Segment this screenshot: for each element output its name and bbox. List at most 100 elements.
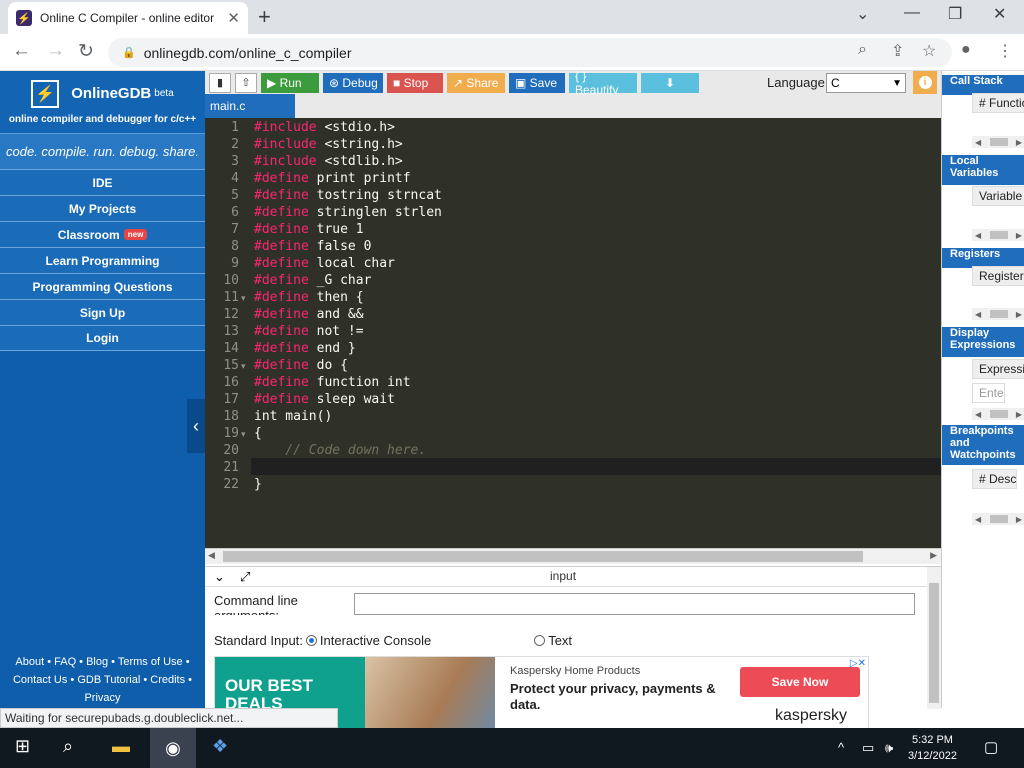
windows-start-icon[interactable]: ⊞	[15, 736, 30, 757]
registers-header[interactable]: Registers	[942, 248, 1024, 268]
url-text: onlinegdb.com/online_c_compiler	[143, 44, 352, 61]
sidebar-item-sign-up[interactable]: Sign Up	[0, 299, 205, 325]
file-tab-main-c[interactable]: main.c	[205, 94, 295, 118]
tab-search-icon[interactable]: ⌄	[856, 4, 869, 24]
line-number: 2	[231, 137, 239, 152]
line-number: 17	[223, 392, 239, 407]
chrome-icon[interactable]: ◉	[150, 728, 196, 768]
brand-block[interactable]: ⚡ OnlineGDB beta online compiler and deb…	[0, 71, 205, 133]
new-file-icon[interactable]: ▮	[209, 72, 231, 93]
network-icon[interactable]: ▭	[862, 740, 874, 756]
close-window-icon[interactable]: ✕	[993, 4, 1006, 24]
debug-button[interactable]: ⊛ Debug	[323, 72, 383, 93]
fold-arrow-icon[interactable]: ▾	[241, 293, 246, 304]
text-radio[interactable]	[534, 635, 546, 646]
code-text: // Code down here.	[254, 443, 427, 458]
display-expressions-header[interactable]: Display Expressions	[942, 327, 1024, 357]
call-stack-scrollbar[interactable]: ◀ ▶	[972, 136, 1024, 148]
share-button[interactable]: ↗ Share	[447, 72, 505, 93]
code-line: #define and &&	[254, 307, 364, 322]
code-editor[interactable]: 1 2 3 4 5 6 7 8 9 10 11 12 13 14 15 16 17 18 19 20 21 22 #inc…	[205, 118, 941, 548]
play-icon: ▶	[267, 75, 280, 90]
local-variables-scrollbar[interactable]: ◀ ▶	[972, 229, 1024, 241]
expression-input[interactable]: Ente	[972, 383, 1005, 403]
profile-icon[interactable]: ●	[961, 41, 971, 59]
breakpoints-columns: # Desc	[972, 469, 1018, 489]
preprocessor-keyword: #define	[254, 171, 309, 186]
clock[interactable]: 5:32 PM 3/12/2022	[908, 732, 957, 764]
ad-cta-button[interactable]: Save Now	[740, 667, 860, 697]
interactive-console-label[interactable]: Interactive Console	[320, 633, 431, 648]
call-stack-header[interactable]: Call Stack	[942, 75, 1024, 95]
run-button[interactable]: ▶ Run	[261, 72, 319, 93]
fold-arrow-icon[interactable]: ▾	[241, 429, 246, 440]
code-line: #define print printf	[254, 171, 411, 186]
sidebar-item-programming-questions[interactable]: Programming Questions	[0, 273, 205, 299]
minimize-icon[interactable]: —	[904, 4, 920, 22]
sidebar-item-my-projects[interactable]: My Projects	[0, 195, 205, 221]
sidebar-item-learn-programming[interactable]: Learn Programming	[0, 247, 205, 273]
local-variables-header[interactable]: Local Variables	[942, 155, 1024, 185]
input-panel: ⌄ ⤢ input Command line arguments: Standa…	[205, 566, 941, 729]
scroll-left-icon[interactable]: ◀	[208, 550, 215, 561]
registers-scrollbar[interactable]: ◀ ▶	[972, 308, 1024, 320]
preprocessor-keyword: #define	[254, 358, 309, 373]
interactive-console-radio[interactable]	[305, 635, 317, 646]
sidebar: ⚡ OnlineGDB beta online compiler and deb…	[0, 71, 205, 708]
footer-links-3[interactable]: Privacy	[0, 689, 205, 707]
info-button[interactable]: i	[913, 71, 937, 94]
restore-icon[interactable]: ❐	[948, 4, 962, 24]
fold-arrow-icon[interactable]: ▾	[241, 361, 246, 372]
download-button[interactable]: ⬇	[641, 72, 699, 93]
preprocessor-keyword: #define	[254, 307, 309, 322]
scroll-right-icon[interactable]: ▶	[930, 550, 937, 561]
notification-icon[interactable]: ▢	[984, 738, 998, 756]
reload-icon[interactable]: ↻	[78, 40, 94, 63]
search-icon[interactable]: ⌕	[63, 736, 73, 757]
clock-date: 3/12/2022	[908, 750, 957, 762]
preprocessor-keyword: #define	[254, 205, 309, 220]
line-number: 16	[223, 375, 239, 390]
beautify-button[interactable]: { } Beautify	[569, 69, 637, 97]
app-icon[interactable]: ❖	[212, 736, 228, 757]
tray-chevron-icon[interactable]: ^	[838, 740, 844, 755]
expressions-scrollbar[interactable]: ◀ ▶	[972, 408, 1024, 420]
sidebar-item-ide[interactable]: IDE	[0, 169, 205, 195]
zoom-icon[interactable]: ⌕	[858, 41, 867, 59]
menu-kebab-icon[interactable]: ⋮	[997, 41, 1013, 61]
close-tab-icon[interactable]: ✕	[227, 9, 240, 27]
editor-horizontal-scrollbar[interactable]: ◀ ▶	[205, 548, 941, 564]
url-bar[interactable]: 🔒 onlinegdb.com/online_c_compiler	[108, 38, 952, 67]
back-icon[interactable]: ←	[12, 40, 31, 62]
breakpoints-header[interactable]: Breakpoints and Watchpoints	[942, 425, 1024, 465]
collapse-panel-icon[interactable]: ⌄	[214, 569, 225, 585]
breakpoints-scrollbar[interactable]: ◀ ▶	[972, 513, 1024, 525]
line-number: 13	[223, 324, 239, 339]
ad-close-icon[interactable]: ▷✕	[850, 658, 866, 669]
cmd-args-input[interactable]	[354, 593, 915, 615]
save-button[interactable]: ▣ Save	[509, 72, 565, 93]
file-explorer-icon[interactable]: ▬	[112, 736, 130, 757]
input-vertical-scrollbar[interactable]	[927, 567, 941, 709]
stop-button[interactable]: ■ Stop	[387, 72, 443, 93]
scrollbar-thumb[interactable]	[929, 583, 939, 703]
forward-icon[interactable]: →	[46, 40, 65, 62]
footer-links-1[interactable]: About • FAQ • Blog • Terms of Use •	[0, 653, 205, 671]
bookmark-star-icon[interactable]: ☆	[922, 41, 936, 61]
upload-icon[interactable]: ⇧	[235, 72, 257, 93]
code-text: end }	[308, 341, 356, 356]
text-option-label[interactable]: Text	[548, 633, 572, 648]
footer-links-2[interactable]: Contact Us • GDB Tutorial • Credits •	[0, 671, 205, 689]
new-tab-icon[interactable]: +	[258, 4, 271, 30]
sidebar-item-classroom[interactable]: Classroom new	[0, 221, 205, 247]
lock-icon: 🔒	[122, 47, 136, 59]
sidebar-item-login[interactable]: Login	[0, 325, 205, 351]
expand-panel-icon[interactable]: ⤢	[240, 569, 250, 585]
language-select[interactable]: C ▼	[826, 73, 906, 93]
share-icon[interactable]: ⇪	[891, 41, 904, 61]
browser-tab[interactable]: ⚡ Online C Compiler - online editor ✕	[8, 2, 248, 34]
scrollbar-thumb[interactable]	[223, 551, 863, 562]
line-number: 11	[223, 290, 239, 305]
collapse-sidebar-button[interactable]: ‹	[187, 399, 205, 453]
volume-icon[interactable]: 🕪	[885, 740, 893, 756]
